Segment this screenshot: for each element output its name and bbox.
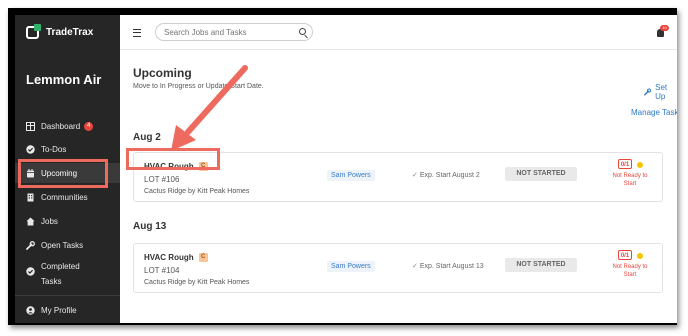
screenshot-frame: TradeTrax Lemmon Air Dashboard 4 To-Dos … bbox=[8, 8, 677, 325]
annotation-arrow-icon bbox=[171, 65, 248, 151]
